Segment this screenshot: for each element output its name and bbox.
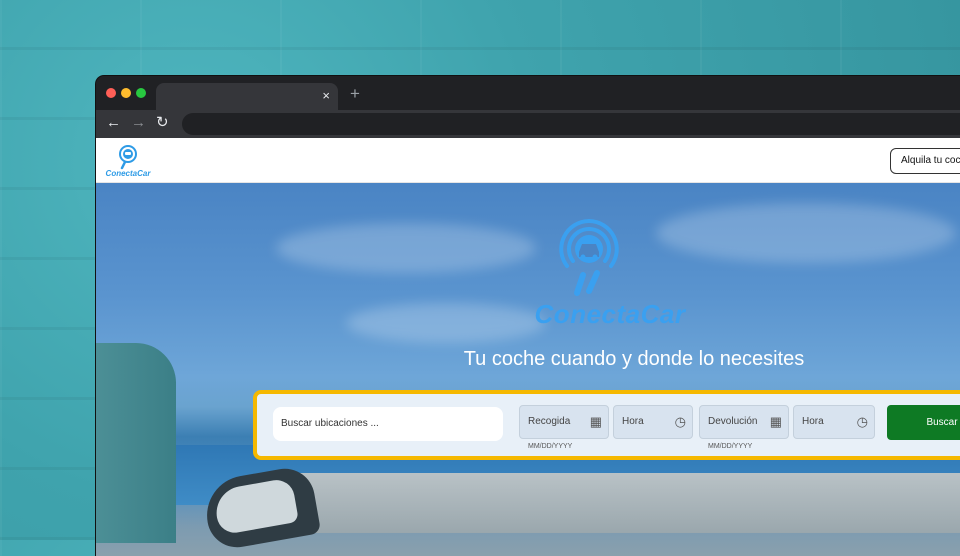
- pickup-time-field[interactable]: Hora ◷: [613, 405, 693, 439]
- address-bar[interactable]: [182, 113, 960, 135]
- minimize-window-button[interactable]: [121, 88, 131, 98]
- location-search-input[interactable]: Buscar ubicaciones ...: [273, 407, 503, 441]
- search-button[interactable]: Buscar: [887, 405, 960, 440]
- return-date-field[interactable]: Devolución ▦: [699, 405, 789, 439]
- site-logo[interactable]: ConectaCar: [104, 143, 152, 179]
- pickup-date-field[interactable]: Recogida ▦: [519, 405, 609, 439]
- location-car-pin-icon: [559, 219, 619, 296]
- return-date-label: Devolución: [708, 416, 758, 427]
- return-time-field[interactable]: Hora ◷: [793, 405, 875, 439]
- maximize-window-button[interactable]: [136, 88, 146, 98]
- rent-your-car-button[interactable]: Alquila tu coche: [890, 148, 960, 174]
- site-logo-text: ConectaCar: [105, 169, 151, 178]
- location-car-pin-icon: [119, 145, 137, 170]
- browser-window: × + ← → ↻ ConectaCar Alquila tu coche: [96, 76, 960, 556]
- hero-brand-name: ConectaCar: [534, 299, 686, 329]
- reload-icon[interactable]: ↻: [156, 113, 169, 133]
- calendar-icon[interactable]: ▦: [590, 406, 602, 438]
- browser-tab[interactable]: ×: [156, 83, 338, 110]
- new-tab-button[interactable]: +: [350, 85, 360, 103]
- return-date-helper: MM/DD/YYYY: [708, 443, 753, 450]
- return-time-label: Hora: [802, 416, 824, 427]
- pickup-time-label: Hora: [622, 416, 644, 427]
- clock-icon[interactable]: ◷: [675, 406, 686, 438]
- calendar-icon[interactable]: ▦: [770, 406, 782, 438]
- forward-icon[interactable]: →: [131, 113, 146, 133]
- pickup-date-helper: MM/DD/YYYY: [528, 443, 573, 450]
- clock-icon[interactable]: ◷: [857, 406, 868, 438]
- pickup-date-label: Recogida: [528, 416, 571, 427]
- browser-toolbar: ← → ↻: [96, 110, 960, 138]
- back-icon[interactable]: ←: [106, 113, 121, 133]
- hero-car-side: [96, 343, 176, 543]
- hero-shore: [275, 473, 960, 533]
- tab-close-icon[interactable]: ×: [322, 88, 330, 104]
- search-form: Buscar ubicaciones ... Recogida ▦ MM/DD/…: [253, 390, 960, 460]
- site-header: ConectaCar Alquila tu coche: [96, 138, 960, 183]
- hero-tagline: Tu coche cuando y donde lo necesites: [463, 348, 805, 370]
- tab-bar: × +: [96, 76, 960, 110]
- hero-section: ConectaCar Tu coche cuando y donde lo ne…: [96, 183, 960, 556]
- page-viewport: ConectaCar Alquila tu coche: [96, 138, 960, 556]
- close-window-button[interactable]: [106, 88, 116, 98]
